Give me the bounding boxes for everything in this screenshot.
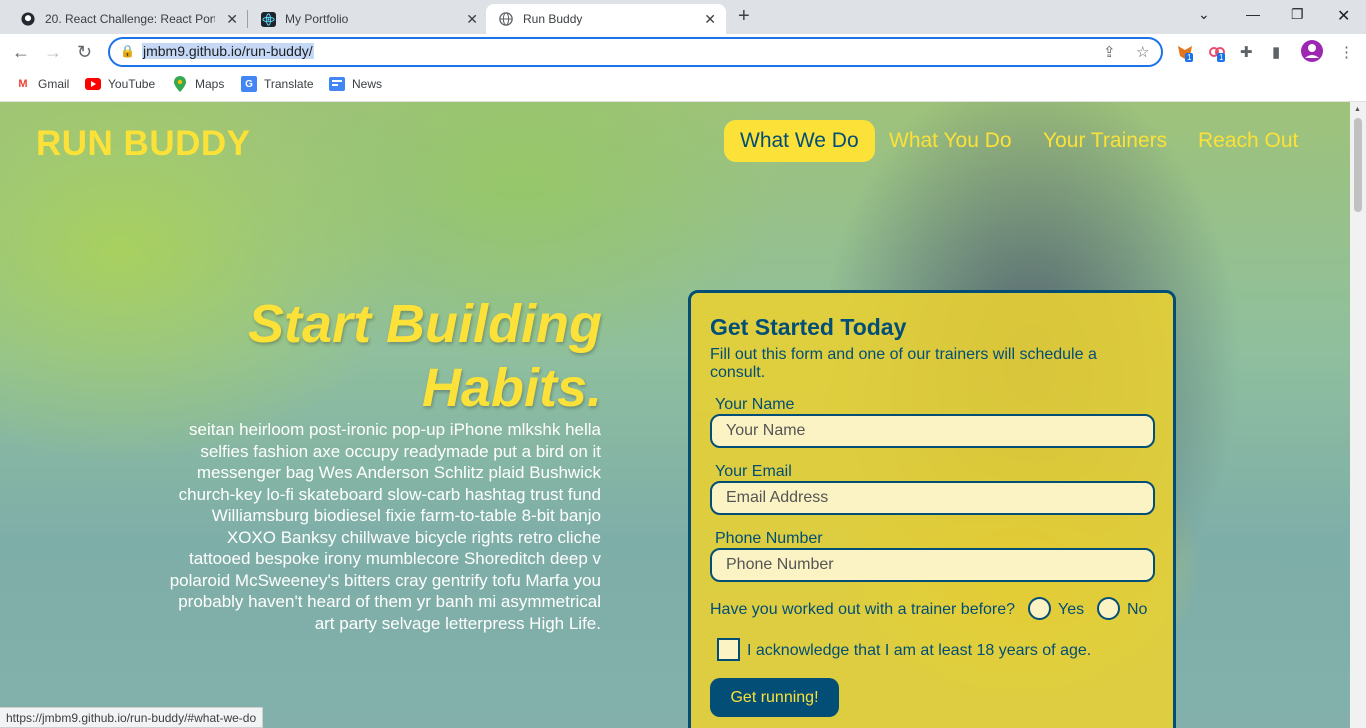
form-title: Get Started Today bbox=[710, 314, 907, 340]
bookmark-label: News bbox=[352, 77, 383, 91]
radio-no-label: No bbox=[1127, 601, 1148, 618]
bookmark-gmail[interactable]: M Gmail bbox=[15, 76, 69, 92]
back-icon[interactable]: ← bbox=[12, 42, 30, 63]
status-bar-url: https://jmbm9.github.io/run-buddy/#what-… bbox=[0, 707, 264, 728]
browser-tab-strip: 20. React Challenge: React Portfo ✕ My P… bbox=[0, 0, 1366, 34]
bookmark-star-icon[interactable]: ☆ bbox=[1136, 43, 1149, 61]
minimize-icon[interactable]: — bbox=[1246, 6, 1260, 22]
menu-icon[interactable]: ⋮ bbox=[1339, 43, 1354, 61]
share-icon[interactable]: ⇪ bbox=[1103, 43, 1116, 61]
close-tab-icon[interactable]: ✕ bbox=[226, 11, 238, 28]
bookmark-label: Maps bbox=[195, 77, 225, 91]
bookmark-label: Gmail bbox=[38, 77, 70, 91]
bookmark-maps[interactable]: Maps bbox=[172, 76, 224, 92]
github-icon bbox=[20, 11, 36, 27]
bookmark-label: YouTube bbox=[108, 77, 156, 91]
nav-your-trainers[interactable]: Your Trainers bbox=[1027, 120, 1183, 162]
close-tab-icon[interactable]: ✕ bbox=[466, 11, 478, 28]
tab-title: Run Buddy bbox=[523, 12, 583, 26]
nav-what-we-do[interactable]: What We Do bbox=[724, 120, 875, 162]
bookmarks-bar: M Gmail YouTube Maps G Translate News bbox=[0, 70, 1366, 102]
close-tab-icon[interactable]: ✕ bbox=[704, 11, 716, 28]
bookmark-news[interactable]: News bbox=[329, 76, 382, 92]
page-viewport: RUN BUDDY What We Do What You Do Your Tr… bbox=[0, 102, 1350, 728]
react-icon bbox=[260, 11, 276, 27]
extension-icon[interactable]: 1 bbox=[1208, 43, 1226, 65]
radio-no[interactable] bbox=[1097, 597, 1120, 620]
news-icon bbox=[329, 76, 345, 92]
page-scrollbar[interactable]: ▲ bbox=[1350, 102, 1366, 728]
bookmark-translate[interactable]: G Translate bbox=[241, 76, 314, 92]
close-window-icon[interactable]: ✕ bbox=[1337, 6, 1350, 26]
youtube-icon bbox=[85, 76, 101, 92]
scroll-up-icon[interactable]: ▲ bbox=[1354, 106, 1361, 113]
translate-icon: G bbox=[241, 76, 257, 92]
hero-title: Start Building Habits. bbox=[182, 292, 602, 420]
puzzle-icon[interactable]: ✚ bbox=[1240, 43, 1253, 61]
bookmark-youtube[interactable]: YouTube bbox=[85, 76, 155, 92]
metamask-extension-icon[interactable]: 1 bbox=[1176, 43, 1194, 65]
bookmark-label: Translate bbox=[264, 77, 314, 91]
lock-icon: 🔒 bbox=[120, 44, 135, 58]
nav-reach-out[interactable]: Reach Out bbox=[1182, 120, 1314, 162]
tab-react-challenge[interactable]: 20. React Challenge: React Portfo ✕ bbox=[8, 4, 248, 34]
age-checkbox[interactable] bbox=[717, 638, 740, 661]
phone-label: Phone Number bbox=[715, 530, 823, 547]
site-logo[interactable]: RUN BUDDY bbox=[36, 124, 251, 164]
forward-icon[interactable]: → bbox=[44, 42, 62, 63]
maps-icon bbox=[172, 76, 188, 92]
tab-run-buddy[interactable]: Run Buddy ✕ bbox=[486, 4, 726, 34]
new-tab-icon[interactable]: + bbox=[738, 5, 750, 28]
trainer-question: Have you worked out with a trainer befor… bbox=[710, 601, 1016, 618]
nav-what-you-do[interactable]: What You Do bbox=[873, 120, 1028, 162]
tab-my-portfolio[interactable]: My Portfolio ✕ bbox=[248, 4, 488, 34]
submit-button[interactable]: Get running! bbox=[710, 678, 839, 717]
address-bar[interactable]: 🔒 jmbm9.github.io/run-buddy/ ⇪ ☆ bbox=[108, 37, 1163, 67]
browser-toolbar: ← → ↻ 🔒 jmbm9.github.io/run-buddy/ ⇪ ☆ 1… bbox=[0, 34, 1366, 70]
hero-title-line: Habits. bbox=[421, 358, 602, 418]
tab-title: 20. React Challenge: React Portfo bbox=[45, 12, 215, 26]
email-input[interactable]: Email Address bbox=[710, 481, 1155, 515]
gmail-icon: M bbox=[18, 78, 28, 90]
hero-body-text: seitan heirloom post-ironic pop-up iPhon… bbox=[169, 420, 601, 633]
extension-badge: 1 bbox=[1185, 53, 1194, 62]
name-input[interactable]: Your Name bbox=[710, 414, 1155, 448]
restore-icon[interactable]: ❐ bbox=[1291, 6, 1304, 23]
tab-search-icon[interactable]: ⌄ bbox=[1198, 6, 1210, 23]
profile-avatar[interactable] bbox=[1301, 40, 1323, 66]
name-label: Your Name bbox=[715, 396, 795, 413]
tab-title: My Portfolio bbox=[285, 12, 349, 26]
signup-form: Get Started Today Fill out this form and… bbox=[688, 290, 1176, 728]
email-label: Your Email bbox=[715, 463, 792, 480]
globe-icon bbox=[498, 11, 514, 27]
extension-badge: 1 bbox=[1217, 53, 1226, 62]
scrollbar-thumb[interactable] bbox=[1354, 118, 1362, 212]
url-text[interactable]: jmbm9.github.io/run-buddy/ bbox=[142, 43, 314, 59]
age-checkbox-label: I acknowledge that I am at least 18 year… bbox=[747, 642, 1092, 659]
side-panel-icon[interactable]: ▮ bbox=[1272, 43, 1280, 61]
hero-title-line: Start Building bbox=[248, 294, 602, 354]
radio-yes[interactable] bbox=[1028, 597, 1051, 620]
reload-icon[interactable]: ↻ bbox=[77, 42, 92, 63]
radio-yes-label: Yes bbox=[1058, 601, 1085, 618]
phone-input[interactable]: Phone Number bbox=[710, 548, 1155, 582]
form-subtitle: Fill out this form and one of our traine… bbox=[710, 346, 1097, 381]
